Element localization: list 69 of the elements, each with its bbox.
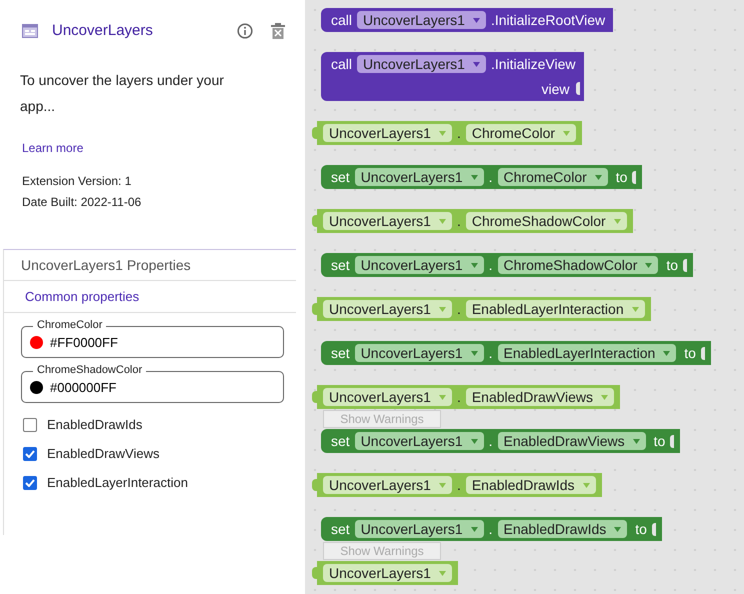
property-dropdown[interactable]: EnabledDrawIds xyxy=(498,520,628,538)
caret-icon xyxy=(438,218,446,224)
property-dropdown[interactable]: EnabledLayerInteraction xyxy=(466,300,645,318)
component-dropdown[interactable]: UncoverLayers1 xyxy=(357,11,486,29)
component-dropdown[interactable]: UncoverLayers1 xyxy=(323,476,452,494)
caret-icon xyxy=(470,174,478,180)
delete-icon[interactable] xyxy=(271,22,285,38)
component-dropdown[interactable]: UncoverLayers1 xyxy=(323,564,452,582)
caret-icon xyxy=(438,306,446,312)
property-dropdown[interactable]: EnabledDrawViews xyxy=(466,388,614,406)
setter-block[interactable]: set UncoverLayers1 . ChromeShadowColor to xyxy=(321,253,694,277)
setter-block[interactable]: set UncoverLayers1 . ChromeColor to xyxy=(321,165,642,189)
caret-icon xyxy=(632,306,639,312)
component-dropdown[interactable]: UncoverLayers1 xyxy=(357,55,486,73)
component-dropdown[interactable]: UncoverLayers1 xyxy=(354,344,484,362)
caret-icon xyxy=(614,218,621,224)
property-dropdown[interactable]: ChromeShadowColor xyxy=(466,212,627,230)
version-text: Extension Version: 1 xyxy=(22,173,132,190)
checkbox-label: EnabledLayerInteraction xyxy=(47,475,188,490)
caret-icon xyxy=(470,526,478,532)
caret-icon xyxy=(645,262,652,268)
caret-icon xyxy=(438,394,446,400)
component-dropdown[interactable]: UncoverLayers1 xyxy=(323,212,452,230)
caret-icon xyxy=(438,570,446,576)
checkbox[interactable] xyxy=(23,446,37,460)
component-dropdown[interactable]: UncoverLayers1 xyxy=(354,520,484,538)
caret-icon xyxy=(438,130,446,136)
property-dropdown[interactable]: ChromeColor xyxy=(466,124,576,142)
call-block[interactable]: call UncoverLayers1 .InitializeView view xyxy=(321,52,584,101)
caret-icon xyxy=(472,18,480,22)
property-dropdown[interactable]: EnabledDrawIds xyxy=(466,476,596,494)
setter-block[interactable]: set UncoverLayers1 . EnabledLayerInteraction to xyxy=(321,341,711,365)
extension-title: UncoverLayers xyxy=(52,22,154,39)
caret-icon xyxy=(600,394,608,400)
property-dropdown[interactable]: EnabledLayerInteraction xyxy=(498,344,676,362)
caret-icon xyxy=(470,438,478,444)
property-dropdown[interactable]: ChromeShadowColor xyxy=(498,256,658,274)
property-dropdown[interactable]: EnabledDrawViews xyxy=(498,432,646,450)
setter-block[interactable]: set UncoverLayers1 . EnabledDrawIds to xyxy=(321,517,662,541)
component-dropdown[interactable]: UncoverLayers1 xyxy=(323,388,452,406)
caret-icon xyxy=(614,526,622,532)
properties-title: UncoverLayers1 Properties xyxy=(4,250,296,281)
checkbox-label: EnabledDrawIds xyxy=(47,417,142,432)
caret-icon xyxy=(663,350,670,356)
info-icon[interactable] xyxy=(237,22,253,38)
checkbox[interactable] xyxy=(23,476,37,490)
checkbox[interactable] xyxy=(23,418,37,432)
caret-icon xyxy=(632,438,640,444)
section-heading[interactable]: Common properties xyxy=(4,281,296,313)
component-dropdown[interactable]: UncoverLayers1 xyxy=(354,256,484,274)
caret-icon xyxy=(563,130,570,136)
caret-icon xyxy=(470,350,478,356)
component-dropdown[interactable]: UncoverLayers1 xyxy=(354,168,484,186)
component-dropdown[interactable]: UncoverLayers1 xyxy=(323,124,452,142)
component-dropdown[interactable]: UncoverLayers1 xyxy=(323,300,452,318)
caret-icon xyxy=(472,62,480,66)
caret-icon xyxy=(594,174,602,180)
property-dropdown[interactable]: ChromeColor xyxy=(498,168,608,186)
date-built-text: Date Built: 2022-11-06 xyxy=(22,194,142,211)
extension-icon xyxy=(22,24,38,38)
caret-icon xyxy=(582,482,590,488)
caret-icon xyxy=(438,482,446,488)
setter-block[interactable]: set UncoverLayers1 . EnabledDrawViews to xyxy=(321,429,680,453)
extension-description: To uncover the layers under your app... xyxy=(20,71,225,116)
learn-more-link[interactable]: Learn more xyxy=(22,141,84,155)
caret-icon xyxy=(470,262,478,268)
call-block[interactable]: call UncoverLayers1 .InitializeRootView xyxy=(321,8,614,32)
checkbox-label: EnabledDrawViews xyxy=(47,446,160,461)
component-dropdown[interactable]: UncoverLayers1 xyxy=(354,432,484,450)
